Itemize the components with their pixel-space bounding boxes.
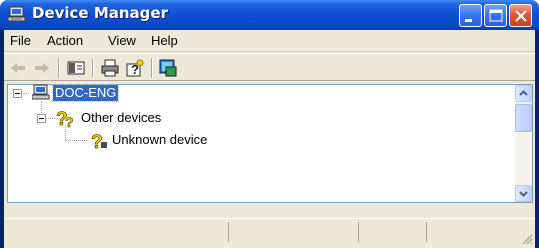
unknown-device-category-icon: ? ?: [56, 107, 78, 131]
scroll-up-button[interactable]: [515, 85, 532, 102]
resize-grip-icon[interactable]: [521, 230, 533, 245]
minimize-button[interactable]: [459, 4, 482, 27]
forward-icon[interactable]: [32, 58, 52, 78]
show-hide-console-tree-icon[interactable]: [66, 58, 86, 78]
toolbar-separator: [151, 58, 153, 78]
tree-item-other-devices[interactable]: Other devices: [79, 110, 163, 126]
tree-line: [65, 140, 87, 141]
vertical-scrollbar[interactable]: [515, 85, 532, 202]
scroll-down-button[interactable]: [515, 185, 532, 202]
status-bar: [4, 218, 535, 245]
scan-hardware-icon[interactable]: [158, 58, 178, 78]
collapse-root-toggle[interactable]: [13, 89, 22, 98]
client-area: File Action View Help ? DOC-ENG ? ? Othe…: [4, 30, 535, 248]
menu-help[interactable]: Help: [151, 33, 178, 48]
maximize-button[interactable]: [484, 4, 507, 27]
toolbar-separator: [92, 58, 94, 78]
menu-view[interactable]: View: [108, 33, 136, 48]
computer-icon: [31, 84, 50, 102]
print-icon[interactable]: [100, 58, 120, 78]
collapse-other-devices-toggle[interactable]: [37, 114, 46, 123]
tree-line: [23, 93, 29, 94]
menu-file[interactable]: File: [10, 33, 31, 48]
status-pane: [426, 222, 535, 242]
chevron-down-icon: [516, 186, 531, 205]
close-button[interactable]: [509, 4, 532, 27]
status-pane: [358, 222, 426, 242]
help-icon[interactable]: ?: [125, 58, 145, 78]
toolbar: ?: [4, 53, 535, 81]
tree-item-doc-eng[interactable]: DOC-ENG: [51, 84, 120, 102]
device-tree[interactable]: DOC-ENG ? ? Other devices ? Unknown devi…: [7, 84, 533, 203]
computer-icon: [7, 6, 26, 23]
toolbar-separator: [58, 58, 60, 78]
window-title: Device Manager: [32, 4, 168, 22]
back-icon[interactable]: [8, 58, 28, 78]
title-bar[interactable]: Device Manager: [0, 0, 539, 30]
menu-bar: File Action View Help: [4, 30, 535, 52]
scroll-thumb[interactable]: [515, 104, 532, 132]
tree-content: DOC-ENG ? ? Other devices ? Unknown devi…: [8, 84, 517, 202]
menu-action[interactable]: Action: [47, 33, 83, 48]
tree-item-unknown-device[interactable]: Unknown device: [110, 132, 209, 148]
svg-text:?: ?: [91, 132, 103, 152]
unknown-device-icon: ?: [89, 130, 111, 153]
device-manager-window: Device Manager File Action View Help ? D…: [0, 0, 539, 248]
svg-text:?: ?: [65, 114, 74, 129]
status-pane: [228, 222, 358, 242]
chevron-up-icon: [516, 86, 531, 105]
